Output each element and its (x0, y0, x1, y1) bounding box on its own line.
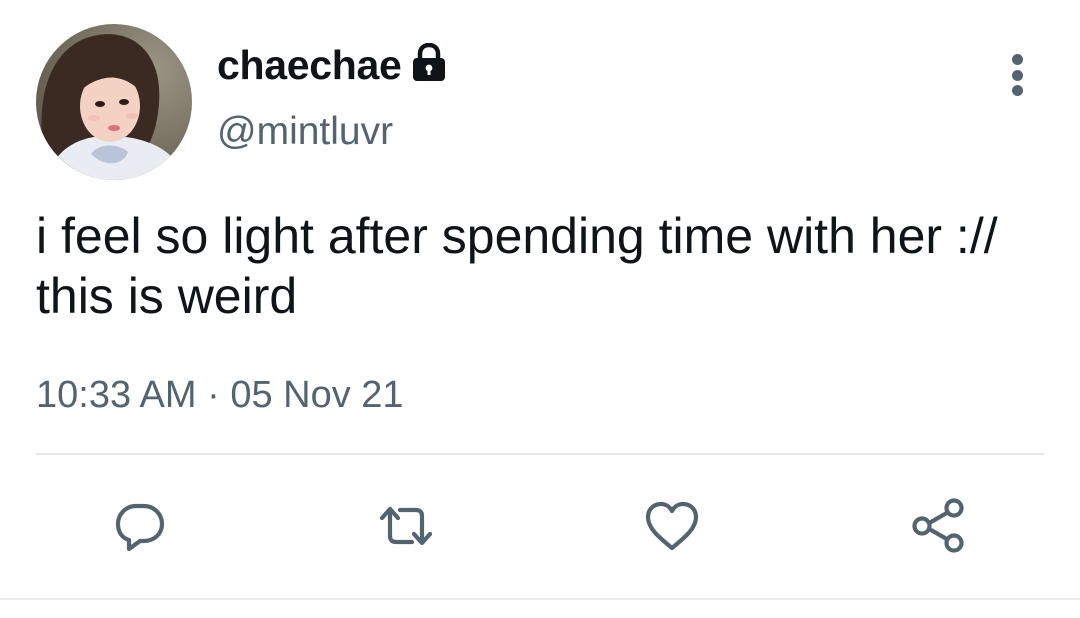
action-bar (0, 496, 1080, 556)
avatar[interactable] (36, 24, 192, 180)
retweet-icon (379, 506, 433, 546)
tweet-date[interactable]: 05 Nov 21 (230, 374, 403, 417)
more-dot (1011, 69, 1023, 81)
divider (36, 453, 1044, 455)
retweet-button[interactable] (374, 496, 438, 556)
more-dot (1011, 85, 1023, 96)
like-button[interactable] (640, 496, 704, 556)
user-handle[interactable]: @mintluvr (217, 110, 393, 154)
reply-button[interactable] (108, 496, 172, 556)
user-name-row[interactable]: chaechae (217, 40, 448, 90)
share-button[interactable] (906, 496, 970, 556)
bottom-border (0, 598, 1080, 600)
heart-icon (645, 501, 699, 551)
display-name[interactable]: chaechae (217, 42, 402, 89)
timestamp-separator: · (196, 374, 231, 416)
tweet: chaechae @mintluvr i feel so light after… (0, 0, 1080, 618)
more-vertical-icon[interactable] (998, 52, 1036, 98)
timestamp-row[interactable]: 10:33 AM · 05 Nov 21 (36, 374, 404, 417)
tweet-text: i feel so light after spending time with… (36, 208, 998, 324)
reply-icon (115, 503, 165, 552)
share-icon (912, 498, 964, 553)
more-dot (1011, 54, 1023, 65)
lock-icon (412, 43, 445, 81)
tweet-time[interactable]: 10:33 AM (36, 374, 197, 417)
avatar-photo (36, 24, 192, 180)
